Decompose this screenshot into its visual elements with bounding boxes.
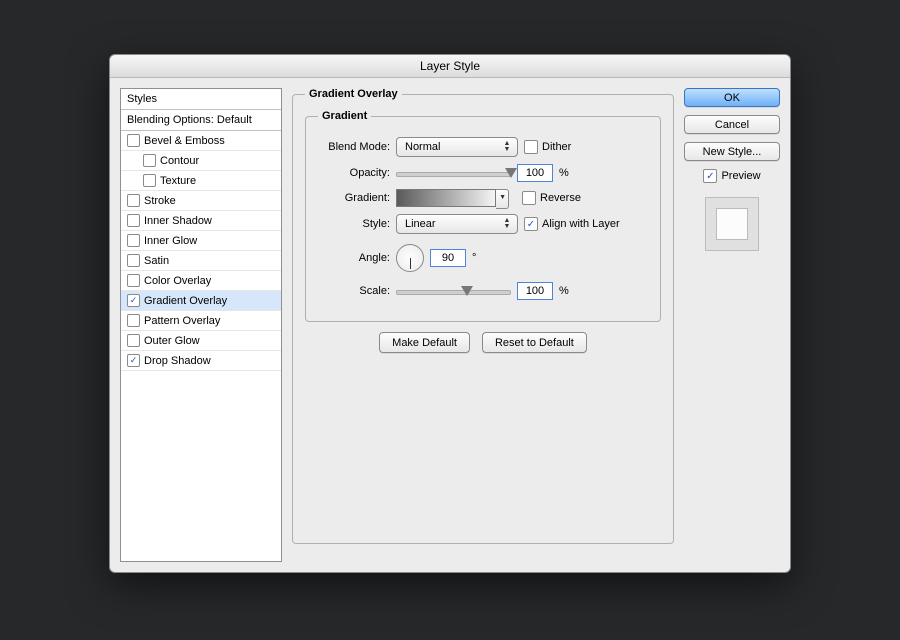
action-column: OK Cancel New Style... ✓ Preview (684, 88, 780, 251)
new-style-button[interactable]: New Style... (684, 142, 780, 161)
scale-input[interactable] (517, 282, 553, 300)
style-item-texture[interactable]: Texture (121, 171, 281, 191)
scale-unit: % (559, 285, 569, 297)
preview-swatch (705, 197, 759, 251)
settings-panel: Gradient Overlay Gradient Blend Mode: No… (292, 88, 674, 544)
reset-to-default-button[interactable]: Reset to Default (482, 332, 587, 353)
style-item-label: Inner Glow (144, 235, 197, 247)
style-label: Style: (318, 218, 390, 230)
opacity-slider[interactable] (396, 166, 511, 180)
style-item-label: Satin (144, 255, 169, 267)
styles-list: Styles Blending Options: Default Bevel &… (120, 88, 282, 562)
style-item-label: Color Overlay (144, 275, 211, 287)
make-default-button[interactable]: Make Default (379, 332, 470, 353)
angle-unit: ° (472, 252, 476, 264)
angle-label: Angle: (318, 252, 390, 264)
style-item-label: Contour (160, 155, 199, 167)
chevron-down-icon: ▼ (499, 194, 506, 201)
updown-icon: ▲▼ (501, 141, 513, 153)
cancel-button[interactable]: Cancel (684, 115, 780, 134)
style-item-satin[interactable]: Satin (121, 251, 281, 271)
align-with-layer-checkbox[interactable]: ✓ Align with Layer (524, 217, 620, 231)
checkbox-icon[interactable] (127, 334, 140, 347)
gradient-picker[interactable]: ▼ (396, 189, 496, 207)
style-item-label: Texture (160, 175, 196, 187)
checkbox-icon[interactable] (127, 314, 140, 327)
preview-checkbox[interactable]: ✓ Preview (684, 169, 780, 183)
gradient-overlay-group: Gradient Overlay Gradient Blend Mode: No… (292, 88, 674, 544)
opacity-unit: % (559, 167, 569, 179)
reverse-checkbox[interactable]: Reverse (522, 191, 581, 205)
checkbox-icon (522, 191, 536, 205)
gradient-label: Gradient: (318, 192, 390, 204)
scale-slider[interactable] (396, 284, 511, 298)
checkbox-icon[interactable] (143, 174, 156, 187)
checkbox-icon[interactable] (127, 254, 140, 267)
checkbox-icon: ✓ (524, 217, 538, 231)
checkbox-icon[interactable]: ✓ (127, 294, 140, 307)
gradient-style-select[interactable]: Linear ▲▼ (396, 214, 518, 234)
style-item-drop-shadow[interactable]: ✓ Drop Shadow (121, 351, 281, 371)
style-item-label: Pattern Overlay (144, 315, 220, 327)
style-item-label: Outer Glow (144, 335, 200, 347)
window-title: Layer Style (110, 55, 790, 78)
reverse-label: Reverse (540, 192, 581, 204)
group-title: Gradient Overlay (305, 88, 402, 100)
opacity-input[interactable] (517, 164, 553, 182)
gradient-subgroup: Gradient Blend Mode: Normal ▲▼ Dither (305, 110, 661, 322)
checkbox-icon[interactable] (127, 274, 140, 287)
checkbox-icon[interactable] (143, 154, 156, 167)
checkbox-icon[interactable] (127, 214, 140, 227)
style-item-label: Gradient Overlay (144, 295, 227, 307)
blend-mode-label: Blend Mode: (318, 141, 390, 153)
style-item-label: Inner Shadow (144, 215, 212, 227)
scale-label: Scale: (318, 285, 390, 297)
style-item-contour[interactable]: Contour (121, 151, 281, 171)
styles-header[interactable]: Styles (121, 89, 281, 110)
align-label: Align with Layer (542, 218, 620, 230)
style-item-stroke[interactable]: Stroke (121, 191, 281, 211)
angle-input[interactable] (430, 249, 466, 267)
updown-icon: ▲▼ (501, 218, 513, 230)
checkbox-icon: ✓ (703, 169, 717, 183)
style-item-inner-shadow[interactable]: Inner Shadow (121, 211, 281, 231)
style-item-color-overlay[interactable]: Color Overlay (121, 271, 281, 291)
angle-dial[interactable] (396, 244, 424, 272)
style-item-bevel-emboss[interactable]: Bevel & Emboss (121, 131, 281, 151)
style-item-label: Drop Shadow (144, 355, 211, 367)
opacity-label: Opacity: (318, 167, 390, 179)
style-item-inner-glow[interactable]: Inner Glow (121, 231, 281, 251)
preview-label: Preview (721, 170, 760, 182)
style-item-pattern-overlay[interactable]: Pattern Overlay (121, 311, 281, 331)
blending-options-row[interactable]: Blending Options: Default (121, 110, 281, 131)
style-item-label: Stroke (144, 195, 176, 207)
style-item-gradient-overlay[interactable]: ✓ Gradient Overlay (121, 291, 281, 311)
blend-mode-select[interactable]: Normal ▲▼ (396, 137, 518, 157)
layer-style-dialog: Layer Style Styles Blending Options: Def… (109, 54, 791, 573)
checkbox-icon[interactable] (127, 234, 140, 247)
checkbox-icon (524, 140, 538, 154)
ok-button[interactable]: OK (684, 88, 780, 107)
preview-swatch-inner (716, 208, 748, 240)
gradient-style-value: Linear (405, 218, 436, 230)
style-item-label: Bevel & Emboss (144, 135, 225, 147)
dither-checkbox[interactable]: Dither (524, 140, 571, 154)
subgroup-title: Gradient (318, 110, 371, 122)
style-item-outer-glow[interactable]: Outer Glow (121, 331, 281, 351)
checkbox-icon[interactable]: ✓ (127, 354, 140, 367)
blend-mode-value: Normal (405, 141, 440, 153)
checkbox-icon[interactable] (127, 134, 140, 147)
dither-label: Dither (542, 141, 571, 153)
checkbox-icon[interactable] (127, 194, 140, 207)
